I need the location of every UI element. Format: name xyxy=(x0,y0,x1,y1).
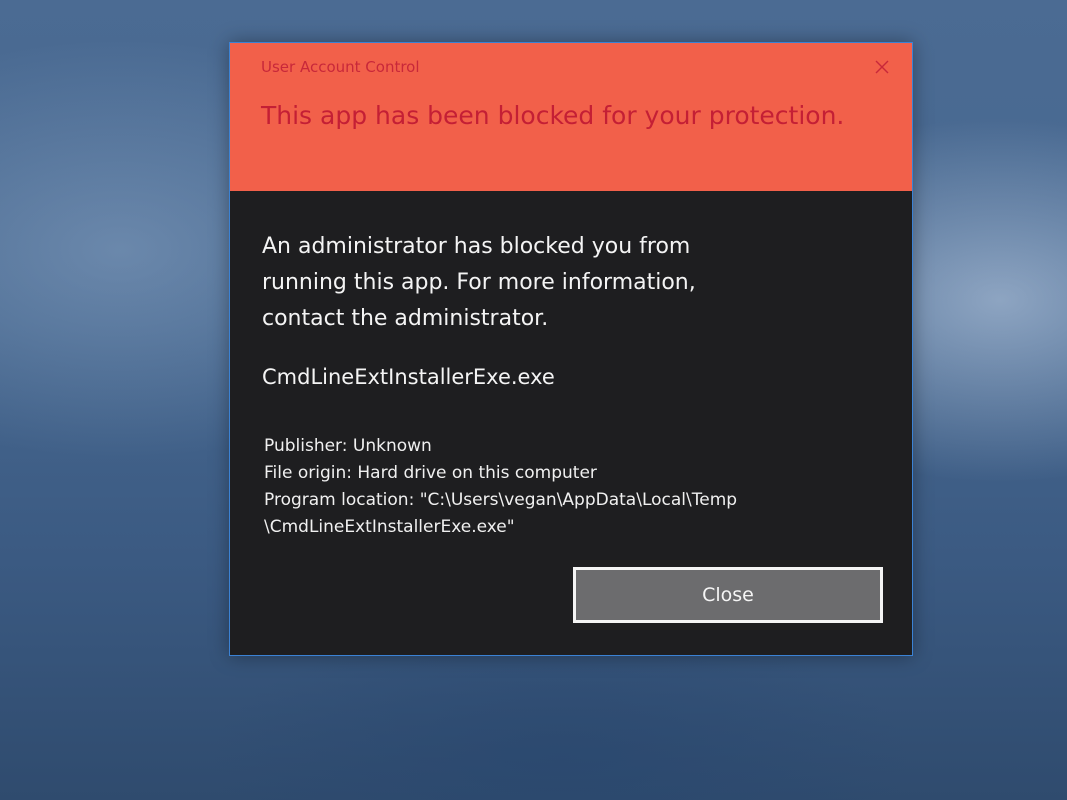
window-title: User Account Control xyxy=(261,58,420,76)
close-icon-glyph xyxy=(875,60,889,74)
dialog-header: User Account Control This app has been b… xyxy=(230,43,912,191)
dialog-body: An administrator has blocked you from ru… xyxy=(230,191,912,655)
uac-dialog: User Account Control This app has been b… xyxy=(229,42,913,656)
program-location-line-1: Program location: "C:\Users\vegan\AppDat… xyxy=(264,490,738,510)
blocked-message: An administrator has blocked you from ru… xyxy=(262,234,696,331)
app-name: CmdLineExtInstallerExe.exe xyxy=(262,365,555,389)
program-location-line-2: \CmdLineExtInstallerExe.exe" xyxy=(264,517,515,537)
close-button[interactable]: Close xyxy=(573,567,883,623)
dialog-heading: This app has been blocked for your prote… xyxy=(261,101,845,130)
app-details: Publisher: Unknown File origin: Hard dri… xyxy=(264,433,884,541)
close-icon[interactable] xyxy=(868,53,896,81)
publisher-line: Publisher: Unknown xyxy=(264,436,432,456)
file-origin-line: File origin: Hard drive on this computer xyxy=(264,463,597,483)
